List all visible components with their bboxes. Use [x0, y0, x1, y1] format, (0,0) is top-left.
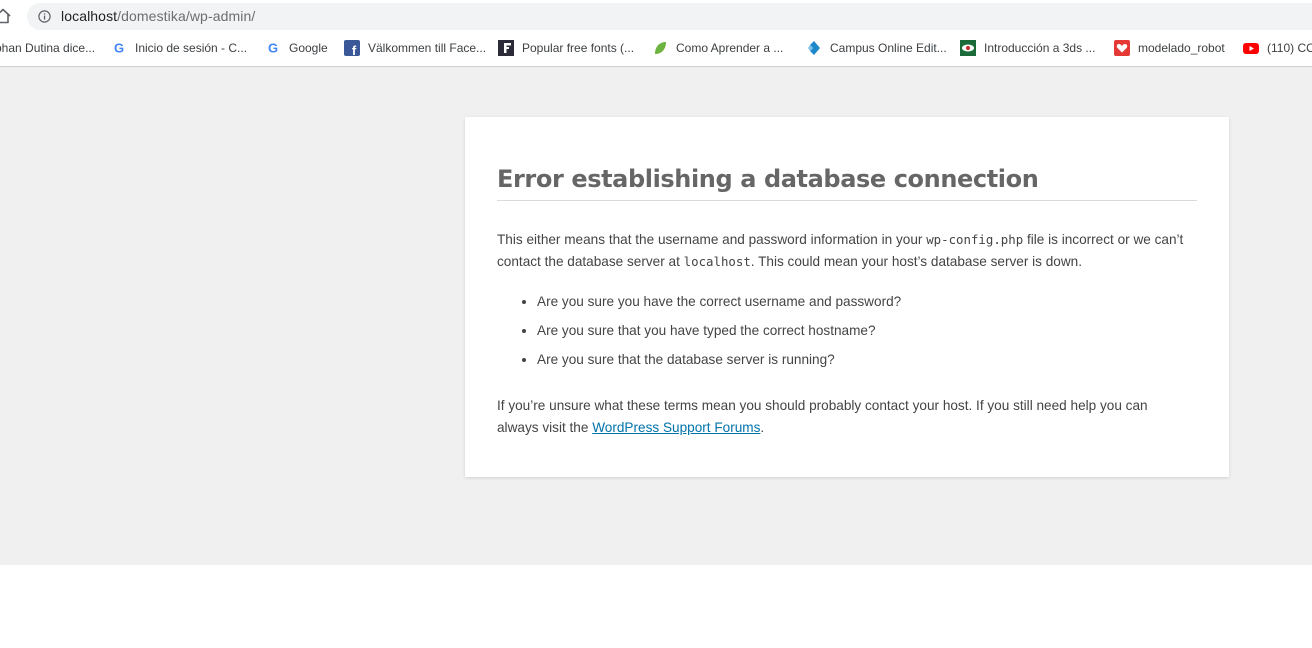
address-bar-row: localhost/domestika/wp-admin/: [0, 0, 1312, 33]
bookmark-label: Introducción a 3ds ...: [984, 41, 1096, 55]
help-text: If you’re unsure what these terms mean y…: [497, 395, 1187, 438]
error-title: Error establishing a database connection: [497, 165, 1197, 201]
list-item: Are you sure that you have typed the cor…: [537, 320, 901, 349]
bookmark-item[interactable]: Introducción a 3ds ...: [960, 37, 1095, 59]
svg-text:G: G: [268, 41, 278, 56]
bookmarks-bar: phan Dutina dice... G Inicio de sesión -…: [0, 37, 1312, 59]
url-path: /domestika/wp-admin/: [117, 8, 256, 24]
bookmark-item[interactable]: f Välkommen till Face...: [344, 37, 486, 59]
support-forums-link[interactable]: WordPress Support Forums: [592, 420, 760, 435]
list-item: Are you sure you have the correct userna…: [537, 291, 901, 320]
url-host: localhost: [61, 8, 118, 24]
bookmark-item[interactable]: G Inicio de sesión - C...: [111, 37, 247, 59]
checklist: Are you sure you have the correct userna…: [497, 291, 901, 378]
url-text[interactable]: localhost/domestika/wp-admin/: [61, 8, 255, 24]
google-icon: G: [265, 40, 281, 56]
leaf-icon: [652, 40, 668, 56]
bookmark-item[interactable]: Campus Online Edit...: [806, 37, 947, 59]
heart-icon: [1114, 40, 1130, 56]
eye-icon: [960, 40, 976, 56]
bookmark-item[interactable]: G Google: [265, 37, 328, 59]
error-description: This either means that the username and …: [497, 229, 1187, 272]
bookmark-item[interactable]: Popular free fonts (...: [498, 37, 634, 59]
home-icon[interactable]: [0, 7, 12, 25]
bookmark-label: (110) CO: [1267, 41, 1312, 55]
bookmark-label: Popular free fonts (...: [522, 41, 635, 55]
facebook-icon: f: [344, 40, 360, 58]
error-text: This either means that the username and …: [497, 232, 927, 247]
error-card: Error establishing a database connection…: [465, 117, 1229, 477]
bookmark-label: Inicio de sesión - C...: [135, 41, 248, 55]
browser-toolbar: localhost/domestika/wp-admin/ phan Dutin…: [0, 0, 1312, 67]
svg-text:f: f: [352, 43, 357, 56]
google-icon: G: [111, 40, 127, 56]
bookmark-label: modelado_robot: [1138, 41, 1225, 55]
site-info-icon[interactable]: [38, 10, 51, 23]
bookmark-item[interactable]: phan Dutina dice...: [0, 37, 95, 59]
bookmark-label: phan Dutina dice...: [0, 41, 96, 55]
bookmark-label: Campus Online Edit...: [830, 41, 947, 55]
svg-text:G: G: [114, 41, 124, 56]
bookmark-label: Välkommen till Face...: [368, 41, 487, 55]
bookmark-item[interactable]: Como Aprender a ...: [652, 37, 783, 59]
config-filename: wp-config.php: [926, 232, 1024, 247]
bookmark-label: Google: [289, 41, 328, 55]
list-item: Are you sure that the database server is…: [537, 349, 901, 378]
bookmark-item[interactable]: modelado_robot: [1114, 37, 1225, 59]
campus-icon: [806, 40, 822, 56]
bookmark-item[interactable]: (110) CO: [1243, 37, 1312, 59]
page-content: Error establishing a database connection…: [0, 67, 1312, 565]
youtube-icon: [1243, 40, 1259, 56]
bookmark-label: Como Aprender a ...: [676, 41, 784, 55]
db-host: localhost: [683, 253, 751, 269]
help-text-end: .: [760, 419, 765, 435]
error-text: . This could mean your host’s database s…: [750, 253, 1083, 269]
address-bar[interactable]: localhost/domestika/wp-admin/: [27, 3, 1312, 30]
fontsquirrel-icon: [498, 40, 514, 56]
